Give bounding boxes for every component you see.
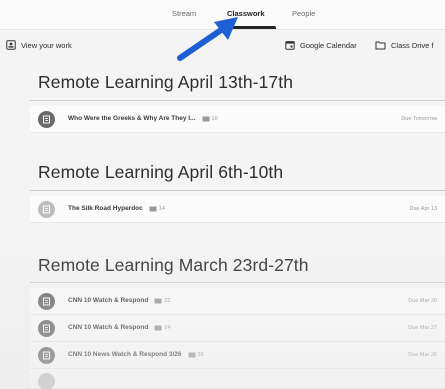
- class-drive-folder-label: Class Drive f: [391, 40, 434, 50]
- assignment-row[interactable]: CNN 10 News Watch & Respond 3/26 38 Due …: [30, 342, 445, 369]
- assignment-title: CNN 10 Watch & Respond: [68, 297, 149, 304]
- class-drive-folder-button[interactable]: Class Drive f: [375, 40, 434, 50]
- assignment-icon: [38, 293, 55, 310]
- assignment-row[interactable]: CNN 10 Watch & Respond 22 Due Mar 30: [30, 288, 445, 315]
- assignment-row[interactable]: Who Were the Greeks & Why Are They I... …: [30, 106, 445, 133]
- turned-in-count-icon: [188, 352, 196, 357]
- turned-in-count-icon: [154, 325, 162, 330]
- turned-in-count: 38: [197, 351, 204, 358]
- due-date: Due Mar 30: [408, 298, 437, 304]
- google-calendar-button[interactable]: Google Calendar: [285, 40, 357, 50]
- due-date: Due Tomorrow: [401, 116, 437, 122]
- due-date: Due Mar 26: [408, 352, 437, 358]
- assignment-row[interactable]: CNN 10 Watch & Respond 24 Due Mar 27: [30, 315, 445, 342]
- assignment-title: CNN 10 News Watch & Respond 3/26: [68, 351, 182, 358]
- assignment-icon: [38, 201, 55, 218]
- assignment-row[interactable]: The Silk Road Hyperdoc 14 Due Apr 13: [30, 196, 445, 223]
- assignment-title: Who Were the Greeks & Why Are They I...: [68, 115, 196, 122]
- view-your-work-label: View your work: [21, 40, 72, 50]
- section-divider: [30, 100, 445, 101]
- view-your-work-button[interactable]: View your work: [6, 40, 72, 50]
- person-card-icon: [6, 40, 16, 50]
- assignment-title: CNN 10 Watch & Respond: [68, 324, 149, 331]
- assignment-icon: [38, 320, 55, 337]
- turned-in-count-icon: [202, 116, 210, 121]
- section-divider: [30, 190, 445, 191]
- section-title: Remote Learning March 23rd-27th: [38, 255, 309, 275]
- turned-in-count: 10: [211, 115, 218, 122]
- section-title: Remote Learning April 6th-10th: [38, 162, 284, 182]
- calendar-icon: [285, 41, 295, 50]
- turned-in-count: 24: [164, 324, 171, 331]
- turned-in-count: 22: [164, 297, 171, 304]
- turned-in-count-icon: [154, 298, 162, 303]
- assignment-icon: [38, 111, 55, 128]
- assignment-icon: [38, 373, 55, 389]
- tab-people[interactable]: People: [292, 9, 315, 18]
- turned-in-count: 14: [158, 205, 165, 212]
- google-calendar-label: Google Calendar: [300, 40, 357, 50]
- section-title: Remote Learning April 13th-17th: [38, 72, 294, 92]
- assignment-row-partial[interactable]: [30, 369, 445, 389]
- turned-in-count-icon: [149, 206, 157, 211]
- due-date: Due Apr 13: [409, 206, 437, 212]
- classwork-toolbar: View your work Google Calendar Class Dri…: [0, 36, 445, 56]
- assignment-icon: [38, 347, 55, 364]
- folder-icon: [375, 41, 386, 50]
- assignment-title: The Silk Road Hyperdoc: [68, 205, 143, 212]
- due-date: Due Mar 27: [408, 325, 437, 331]
- section-divider: [30, 282, 445, 283]
